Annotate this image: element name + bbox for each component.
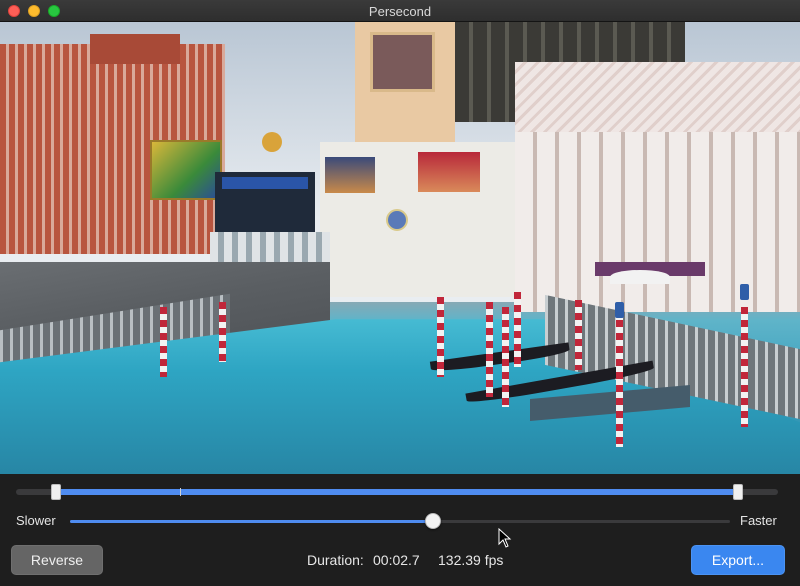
video-mooring-pole bbox=[160, 307, 167, 377]
video-mooring-pole bbox=[437, 297, 444, 377]
video-mooring-pole bbox=[514, 292, 521, 367]
video-billboard bbox=[325, 157, 375, 193]
video-preview[interactable] bbox=[0, 22, 800, 474]
reverse-button[interactable]: Reverse bbox=[11, 545, 103, 575]
title-bar: Persecond bbox=[0, 0, 800, 22]
speed-slider-fill bbox=[70, 520, 433, 523]
video-mooring-pole bbox=[741, 307, 748, 427]
video-mooring-pole bbox=[575, 300, 582, 370]
mouse-pointer-icon bbox=[498, 528, 512, 548]
video-mooring-pole bbox=[502, 307, 509, 407]
trim-end-handle[interactable] bbox=[733, 484, 743, 500]
video-hotel-roof bbox=[90, 34, 180, 64]
video-tower-top bbox=[370, 32, 435, 92]
video-doges-palace-top bbox=[515, 62, 800, 132]
video-gold-dome bbox=[262, 132, 282, 152]
faster-label: Faster bbox=[740, 513, 777, 528]
video-mooring-pole bbox=[219, 302, 226, 362]
video-billboard bbox=[418, 152, 480, 192]
slower-label: Slower bbox=[16, 513, 56, 528]
video-mooring-pole bbox=[486, 302, 493, 397]
video-clock bbox=[386, 209, 408, 231]
window-title: Persecond bbox=[368, 4, 432, 19]
video-pole-cap bbox=[615, 302, 624, 318]
duration-label: Duration: bbox=[307, 552, 364, 568]
fps-value: 132.39 fps bbox=[438, 552, 504, 568]
export-button[interactable]: Export... bbox=[691, 545, 785, 575]
trim-start-handle[interactable] bbox=[51, 484, 61, 500]
playhead-marker[interactable] bbox=[180, 488, 181, 496]
speed-slider-knob[interactable] bbox=[425, 513, 441, 529]
video-pole-cap bbox=[740, 284, 749, 300]
video-ti-sign bbox=[150, 140, 222, 200]
video-umbrella bbox=[610, 270, 670, 284]
video-blue-man-label bbox=[222, 177, 308, 189]
video-mooring-pole bbox=[616, 307, 623, 447]
control-panel: Slower Faster Reverse Duration: 00:02.7 … bbox=[0, 474, 800, 586]
duration-value: 00:02.7 bbox=[373, 552, 420, 568]
trim-range-selection bbox=[56, 489, 738, 495]
